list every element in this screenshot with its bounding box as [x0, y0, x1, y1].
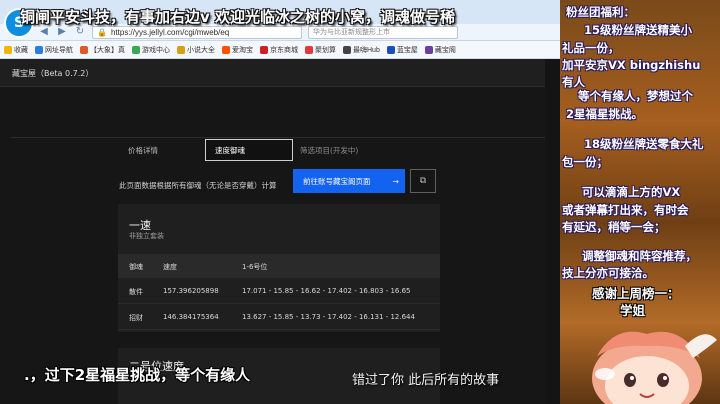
- page-scrollbar[interactable]: [545, 59, 560, 404]
- arrow-right-icon: →: [392, 176, 399, 186]
- panel-line: 可以滴滴上方的VX: [582, 185, 681, 199]
- bookmark-item[interactable]: 蓝宝屋: [386, 45, 418, 55]
- column-header: 1-6号位: [242, 263, 268, 271]
- url-text: https://yys.jellyl.com/cgi/mweb/eq: [110, 27, 230, 37]
- treasure-icon: [424, 45, 433, 54]
- juhuasuan-icon: [305, 45, 313, 54]
- bookmark-item[interactable]: 收藏: [4, 45, 28, 55]
- speed-card: 一速 非独立套装 御魂 速度 1-6号位 散件 157.396205898 17…: [118, 204, 440, 332]
- table-header: 御魂 速度 1-6号位: [118, 254, 440, 278]
- bookmark-item[interactable]: 聚划算: [305, 45, 336, 55]
- table-cell: 146.384175364: [163, 313, 219, 321]
- stream-subtitle-right: 错过了你 此后所有的故事: [352, 373, 500, 388]
- bookmark-item[interactable]: 【大象】真: [80, 45, 125, 55]
- panel-line: 礼品一份，: [562, 41, 620, 55]
- panel-line: 或者弹幕打出来，有时会: [562, 203, 689, 217]
- panel-line: 有延迟，稍等一会；: [562, 220, 666, 234]
- table-row: 散件 157.396205898 17.071 - 15.85 - 16.62 …: [118, 278, 440, 304]
- panel-line: 包一份；: [562, 155, 608, 169]
- site-title: 藏宝屋（Beta 0.7.2）: [12, 69, 94, 78]
- stream-ticker: 铜闸平安斗技，有事加右边v 欢迎光临冰之树的小窝，调魂做号稀: [20, 8, 456, 26]
- table-cell: 散件: [129, 288, 143, 296]
- bookmark-item[interactable]: 爱淘宝: [222, 45, 253, 55]
- search-input[interactable]: 华为与比亚新规整形上市: [308, 25, 458, 39]
- table-row: 招财 146.384175364 13.627 - 15.85 - 13.73 …: [118, 304, 440, 330]
- table-cell: 13.627 - 15.85 - 13.73 - 17.402 - 16.131…: [242, 313, 415, 321]
- bookmark-item[interactable]: 最嗨Hub: [343, 45, 380, 55]
- jd-icon: [260, 45, 268, 54]
- tab-speed-yuhun[interactable]: 速度御魂: [205, 139, 293, 161]
- forward-arrow-icon[interactable]: ▶: [56, 26, 68, 38]
- panel-line: 2星福星挑战。: [566, 107, 644, 121]
- bookmarks-bar: 收藏 网址导航 【大象】真 游戏中心 小说大全 爱淘宝 京东商城 聚划算 最嗨H…: [0, 41, 560, 59]
- page-description: 此页面数据根据所有御魂（无论是否穿戴）计算: [119, 181, 277, 190]
- bookmark-item[interactable]: 小说大全: [177, 45, 215, 55]
- panel-line: 18级粉丝牌送零食大礼: [584, 137, 704, 151]
- book-icon: [177, 45, 185, 54]
- card-subtitle: 非独立套装: [129, 232, 164, 240]
- panel-line: 调整御魂和阵容推荐，: [582, 249, 697, 263]
- column-header: 速度: [163, 263, 177, 271]
- bookmark-item[interactable]: 网址导航: [35, 45, 73, 55]
- goto-treasure-page-button[interactable]: 前往账号藏宝阁页面 →: [293, 169, 405, 193]
- column-header: 御魂: [129, 263, 143, 271]
- globe-icon: [35, 45, 43, 54]
- panel-line: 加平安京VX bingzhishu: [562, 58, 701, 72]
- page-icon: [80, 45, 88, 54]
- goto-button-label: 前往账号藏宝阁页面: [303, 176, 371, 186]
- bookmark-item[interactable]: 藏宝阁: [424, 45, 456, 55]
- copy-button[interactable]: ⧉: [410, 169, 436, 193]
- panel-line: 技上分亦可接洽。: [562, 266, 654, 280]
- screen: ◀ ▶ ↻ 🔒 https://yys.jellyl.com/cgi/mweb/…: [0, 0, 720, 404]
- anime-character-illustration: [592, 331, 717, 404]
- table-cell: 招财: [129, 314, 143, 322]
- panel-line: 粉丝团福利：: [566, 5, 635, 19]
- taobao-icon: [222, 45, 230, 54]
- bookmark-item[interactable]: 游戏中心: [132, 45, 170, 55]
- copy-icon: ⧉: [419, 176, 427, 186]
- tab-filter[interactable]: 筛选项目(开发中): [300, 139, 358, 161]
- tabs-divider: [10, 137, 545, 138]
- game-icon: [132, 45, 140, 54]
- hub-icon: [343, 45, 351, 54]
- blue-house-icon: [386, 45, 395, 54]
- stream-subtitle-left: .，过下2星福星挑战，等个有缘人: [24, 366, 251, 384]
- bookmark-item[interactable]: 京东商城: [260, 45, 298, 55]
- site-header: 藏宝屋（Beta 0.7.2）: [0, 59, 560, 87]
- lock-icon: 🔒: [97, 27, 107, 37]
- refresh-icon[interactable]: ↻: [74, 26, 86, 38]
- table-cell: 17.071 - 15.85 - 16.62 - 17.402 - 16.803…: [242, 287, 411, 295]
- table-cell: 157.396205898: [163, 287, 219, 295]
- url-input[interactable]: 🔒 https://yys.jellyl.com/cgi/mweb/eq: [92, 25, 302, 39]
- panel-line: 等个有缘人，梦想过个: [578, 89, 693, 103]
- tab-price-details[interactable]: 价格详情: [128, 139, 158, 161]
- panel-line: 15级粉丝牌送精美小: [584, 23, 693, 37]
- star-icon: [4, 45, 12, 54]
- back-arrow-icon[interactable]: ◀: [38, 26, 50, 38]
